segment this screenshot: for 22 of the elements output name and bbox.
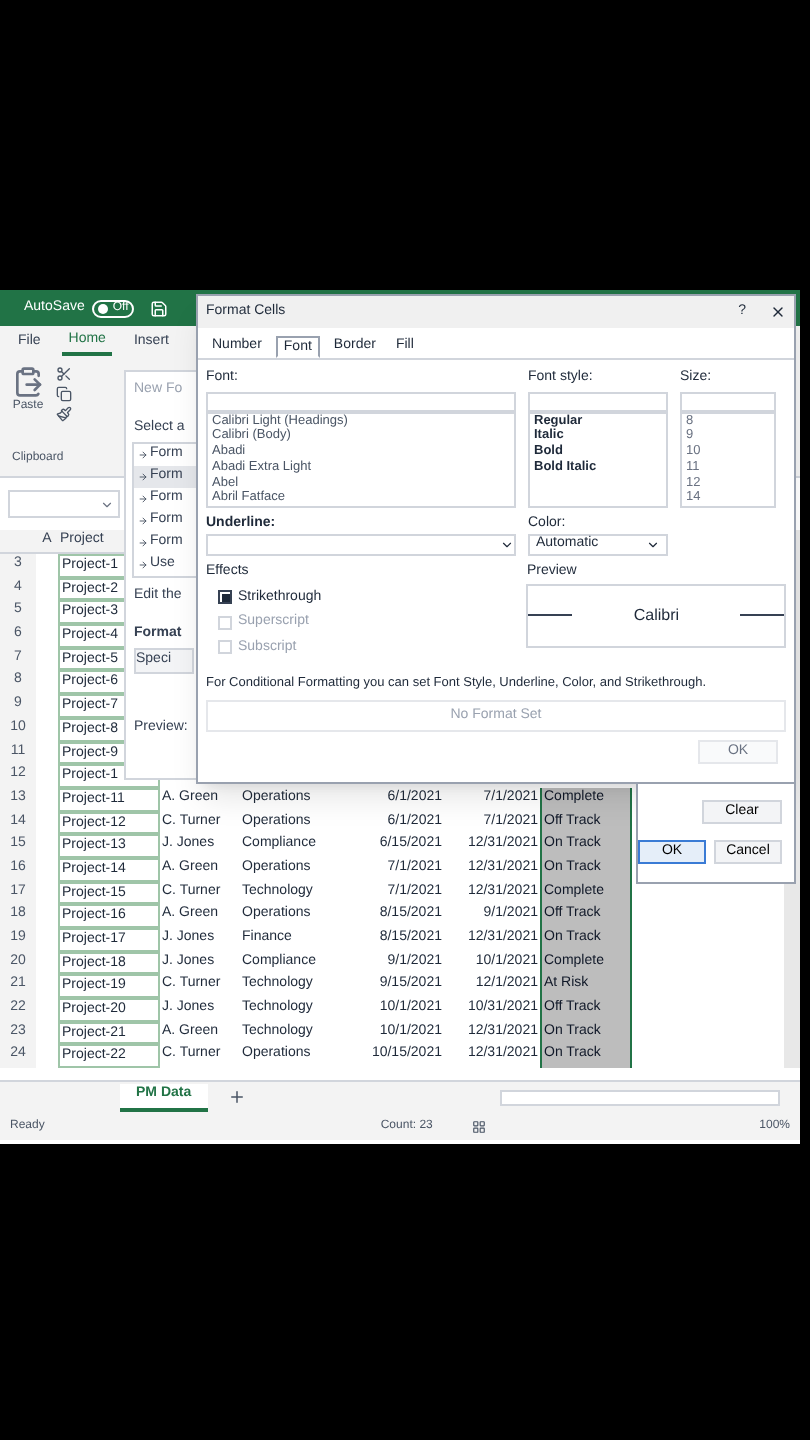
arrow-icon	[138, 472, 148, 482]
checkbox[interactable]	[218, 590, 232, 605]
dropdown-icon[interactable]	[500, 538, 514, 552]
close-icon[interactable]	[770, 304, 786, 320]
arrow-icon	[138, 538, 148, 548]
preview-text: Calibri	[631, 603, 682, 627]
arrow-icon	[138, 516, 148, 526]
paste-icon[interactable]	[12, 366, 44, 398]
add-sheet-icon[interactable]	[227, 1088, 246, 1106]
arrow-icon	[138, 450, 148, 460]
view-icon[interactable]	[472, 1119, 487, 1133]
horizontal-scrollbar[interactable]	[500, 1089, 780, 1105]
size-input[interactable]	[680, 391, 776, 411]
cut-icon[interactable]	[56, 366, 72, 382]
arrow-icon	[138, 494, 148, 504]
brush-icon[interactable]	[56, 406, 72, 422]
font-style-input[interactable]	[528, 391, 668, 411]
arrow-icon	[138, 560, 148, 570]
dropdown-icon[interactable]	[646, 538, 660, 552]
copy-icon[interactable]	[56, 386, 72, 402]
font-input[interactable]	[206, 391, 516, 411]
save-icon[interactable]	[150, 299, 169, 317]
